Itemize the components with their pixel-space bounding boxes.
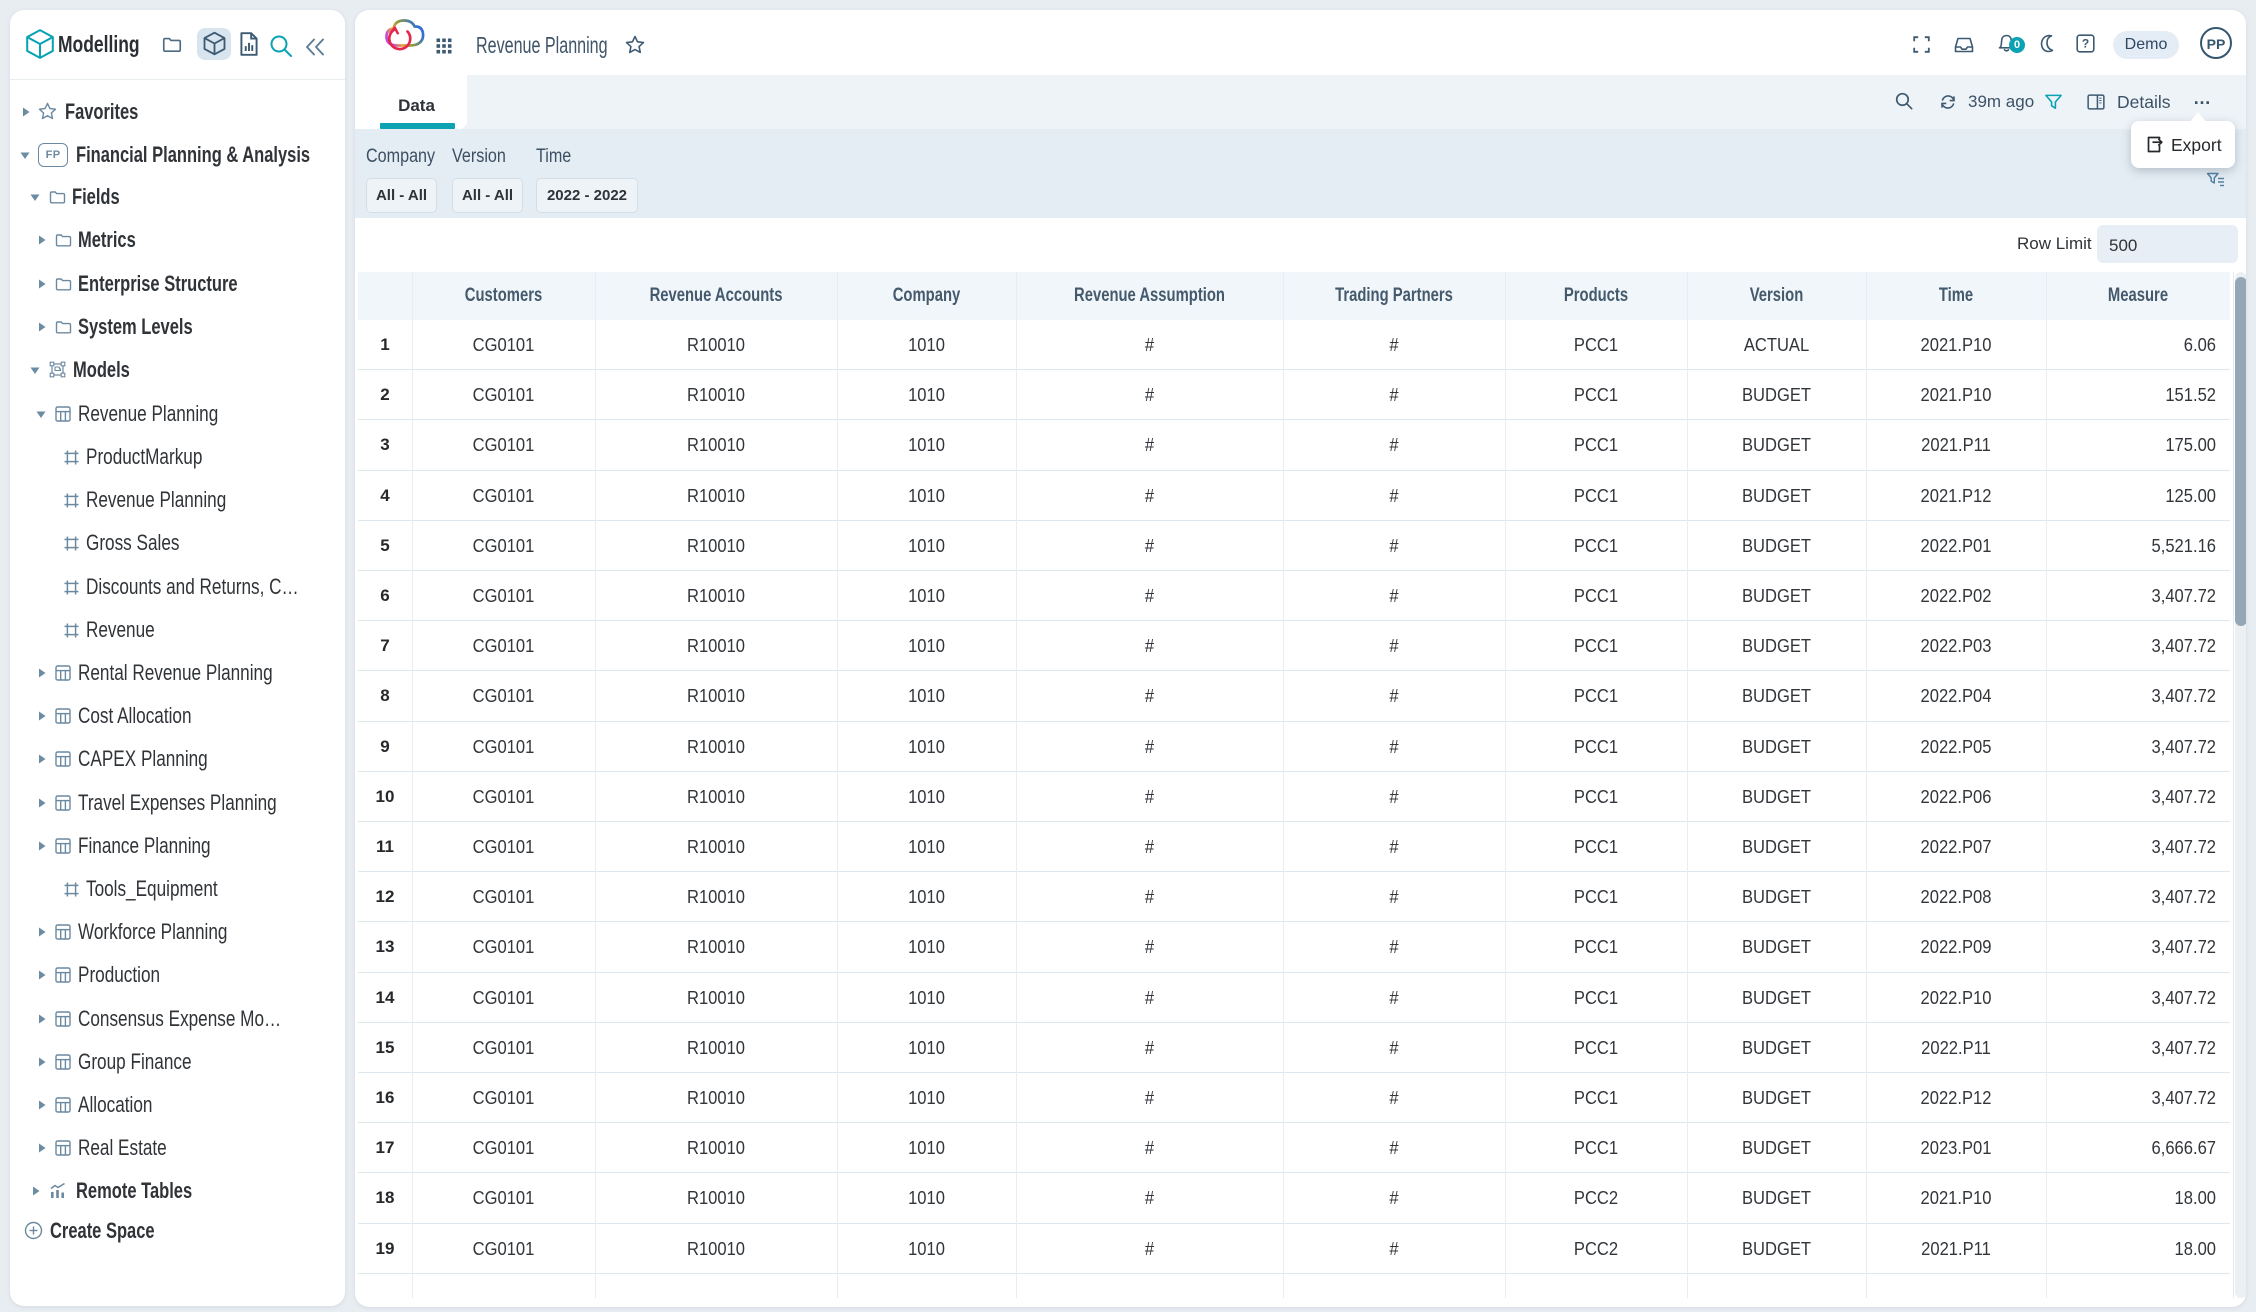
svg-text:?: ? (2082, 37, 2089, 51)
